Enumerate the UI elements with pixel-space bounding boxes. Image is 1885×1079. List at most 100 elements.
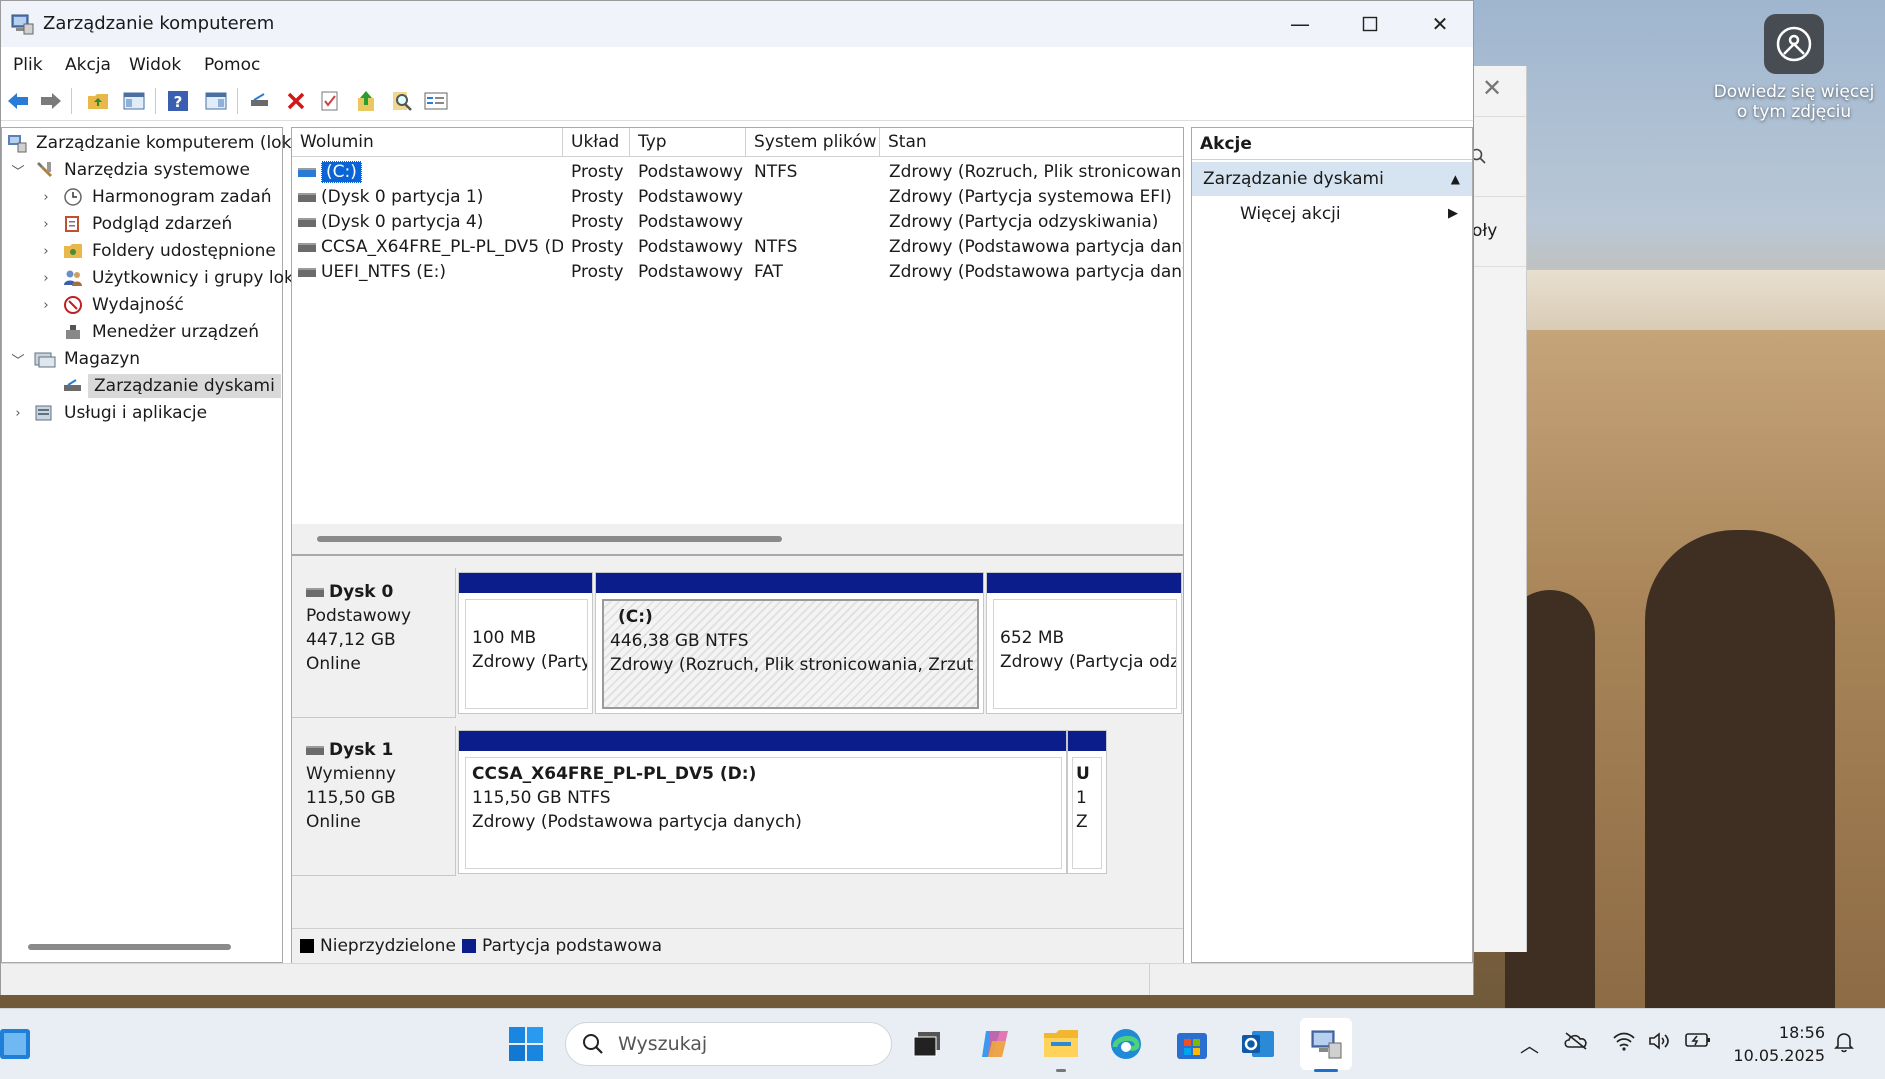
tree-system-tools[interactable]: ﹀ Narzędzia systemowe <box>10 157 250 183</box>
learn-more-text[interactable]: Dowiedz się więcej o tym zdjęciu <box>1706 82 1882 122</box>
forward-button[interactable] <box>38 88 64 114</box>
tree-services[interactable]: › Usługi i aplikacje <box>10 400 207 426</box>
volume-icon[interactable] <box>1648 1031 1672 1056</box>
actions-section-disk-management[interactable]: Zarządzanie dyskami ▲ <box>1192 162 1472 196</box>
widgets-button[interactable] <box>0 1029 32 1059</box>
show-hide-tree-button[interactable] <box>121 88 147 114</box>
outlook-button[interactable] <box>1237 1023 1279 1065</box>
up-folder-button[interactable] <box>85 88 111 114</box>
tree-item-label[interactable]: Harmonogram zadań <box>92 187 272 207</box>
file-explorer-button[interactable] <box>1040 1023 1082 1065</box>
back-button[interactable] <box>5 88 31 114</box>
connect-drive-button[interactable] <box>247 88 273 114</box>
tree-item-label[interactable]: Zarządzanie dyskami <box>88 374 281 398</box>
menu-file[interactable]: Plik <box>13 55 43 75</box>
tree-item-task-scheduler[interactable]: › Harmonogram zadań <box>38 184 272 210</box>
chevron-right-icon[interactable]: › <box>38 271 54 286</box>
tree-item-label[interactable]: Foldery udostępnione <box>92 241 276 261</box>
disk-0-label[interactable]: Dysk 0 Podstawowy 447,12 GB Online <box>292 568 456 718</box>
submenu-arrow-icon[interactable]: ▶ <box>1448 206 1458 221</box>
tree-item-label[interactable]: Użytkownicy i grupy lok <box>92 268 294 288</box>
disk-kind: Podstawowy <box>306 606 412 626</box>
tree-storage[interactable]: ﹀ Magazyn <box>10 346 140 372</box>
properties-button[interactable] <box>317 88 343 114</box>
more-actions-item[interactable]: Więcej akcji <box>1240 204 1341 224</box>
export-button[interactable] <box>353 88 379 114</box>
battery-icon[interactable] <box>1685 1031 1711 1054</box>
chevron-right-icon[interactable]: › <box>38 217 54 232</box>
taskbar-search[interactable]: Wyszukaj <box>565 1022 892 1066</box>
search-disk-button[interactable] <box>389 88 415 114</box>
column-status[interactable]: Stan <box>880 128 1183 156</box>
computer-management-taskbar-button[interactable] <box>1300 1018 1352 1070</box>
disk-1-label[interactable]: Dysk 1 Wymienny 115,50 GB Online <box>292 726 456 876</box>
actions-section-label[interactable]: Zarządzanie dyskami <box>1203 169 1384 189</box>
start-button[interactable] <box>505 1023 547 1065</box>
tree-system-tools-label[interactable]: Narzędzia systemowe <box>64 160 250 180</box>
collapse-triangle-icon[interactable]: ▲ <box>1451 162 1460 196</box>
wifi-icon[interactable] <box>1612 1031 1636 1056</box>
table-row[interactable]: (Dysk 0 partycja 1) Prosty Podstawowy Zd… <box>292 185 1183 210</box>
onedrive-icon[interactable] <box>1563 1031 1589 1056</box>
partition-e[interactable]: U 1 Z <box>1067 730 1107 874</box>
column-type[interactable]: Typ <box>630 128 746 156</box>
search-placeholder[interactable]: Wyszukaj <box>618 1033 707 1055</box>
chevron-right-icon[interactable]: › <box>10 406 26 421</box>
partition-c[interactable]: (C:) 446,38 GB NTFS Zdrowy (Rozruch, Pli… <box>595 572 984 714</box>
tree-item-device-manager[interactable]: Menedżer urządzeń <box>38 319 259 345</box>
tree-horizontal-scrollbar[interactable] <box>28 944 231 950</box>
chevron-right-icon[interactable]: › <box>38 298 54 313</box>
help-button[interactable]: ? <box>165 88 191 114</box>
maximize-button[interactable] <box>1335 1 1405 47</box>
tree-item-shared-folders[interactable]: › Foldery udostępnione <box>38 238 276 264</box>
chevron-right-icon[interactable]: › <box>38 244 54 259</box>
copilot-button[interactable] <box>974 1023 1016 1065</box>
chevron-right-icon[interactable]: › <box>38 190 54 205</box>
volume-name[interactable]: (C:) <box>321 161 362 183</box>
tree-item-label[interactable]: Menedżer urządzeń <box>92 322 259 342</box>
chevron-down-icon[interactable]: ﹀ <box>10 350 26 369</box>
partition-d[interactable]: CCSA_X64FRE_PL-PL_DV5 (D:) 115,50 GB NTF… <box>458 730 1067 874</box>
tree-item-label[interactable]: Podgląd zdarzeń <box>92 214 232 234</box>
title-bar[interactable]: Zarządzanie komputerem — ✕ <box>1 1 1473 47</box>
table-row[interactable]: UEFI_NTFS (E:) Prosty Podstawowy FAT Zdr… <box>292 260 1183 285</box>
tree-root[interactable]: Zarządzanie komputerem (lokal <box>6 130 306 156</box>
tree-services-label[interactable]: Usługi i aplikacje <box>64 403 207 423</box>
edge-button[interactable] <box>1105 1023 1147 1065</box>
action-pane-button[interactable] <box>203 88 229 114</box>
partition-recovery[interactable]: 652 MB Zdrowy (Partycja odzy <box>986 572 1182 714</box>
minimize-button[interactable]: — <box>1265 1 1335 47</box>
chevron-down-icon[interactable]: ﹀ <box>10 161 26 180</box>
tree-item-disk-management[interactable]: Zarządzanie dyskami <box>38 373 281 399</box>
tree-item-label[interactable]: Wydajność <box>92 295 184 315</box>
menu-help[interactable]: Pomoc <box>204 55 260 75</box>
table-row[interactable]: (C:) Prosty Podstawowy NTFS Zdrowy (Rozr… <box>292 160 1183 185</box>
column-layout[interactable]: Układ <box>563 128 630 156</box>
partition-efi[interactable]: 100 MB Zdrowy (Partyc <box>458 572 593 714</box>
column-volume[interactable]: Wolumin <box>292 128 563 156</box>
delete-button[interactable] <box>283 88 309 114</box>
tree-item-users-groups[interactable]: › Użytkownicy i grupy lok <box>38 265 294 291</box>
store-button[interactable] <box>1171 1023 1213 1065</box>
menu-view[interactable]: Widok <box>129 55 181 75</box>
task-view-button[interactable] <box>906 1023 948 1065</box>
notification-bell-icon[interactable] <box>1834 1031 1854 1058</box>
close-button[interactable]: ✕ <box>1405 1 1475 47</box>
table-row[interactable]: CCSA_X64FRE_PL-PL_DV5 (D:) Prosty Podsta… <box>292 235 1183 260</box>
camera-info-icon[interactable] <box>1764 14 1824 74</box>
column-filesystem[interactable]: System plików <box>746 128 880 156</box>
settings-list-button[interactable] <box>423 88 449 114</box>
menu-action[interactable]: Akcja <box>65 55 111 75</box>
tree-item-event-viewer[interactable]: › Podgląd zdarzeń <box>38 211 232 237</box>
clock[interactable]: 18:56 10.05.2025 <box>1725 1021 1825 1067</box>
table-row[interactable]: (Dysk 0 partycja 4) Prosty Podstawowy Zd… <box>292 210 1183 235</box>
tree-item-performance[interactable]: › Wydajność <box>38 292 184 318</box>
more-actions-label[interactable]: Więcej akcji <box>1240 204 1341 224</box>
partition-body: 100 MB Zdrowy (Partyc <box>465 599 588 709</box>
learn-more-widget[interactable]: Dowiedz się więcej o tym zdjęciu <box>1706 14 1882 122</box>
close-icon[interactable]: ✕ <box>1482 74 1502 102</box>
tree-storage-label[interactable]: Magazyn <box>64 349 140 369</box>
volume-horizontal-scrollbar[interactable] <box>317 536 782 542</box>
tree-root-label[interactable]: Zarządzanie komputerem (lokal <box>36 133 306 153</box>
chevron-up-icon[interactable]: ︿ <box>1520 1031 1539 1058</box>
